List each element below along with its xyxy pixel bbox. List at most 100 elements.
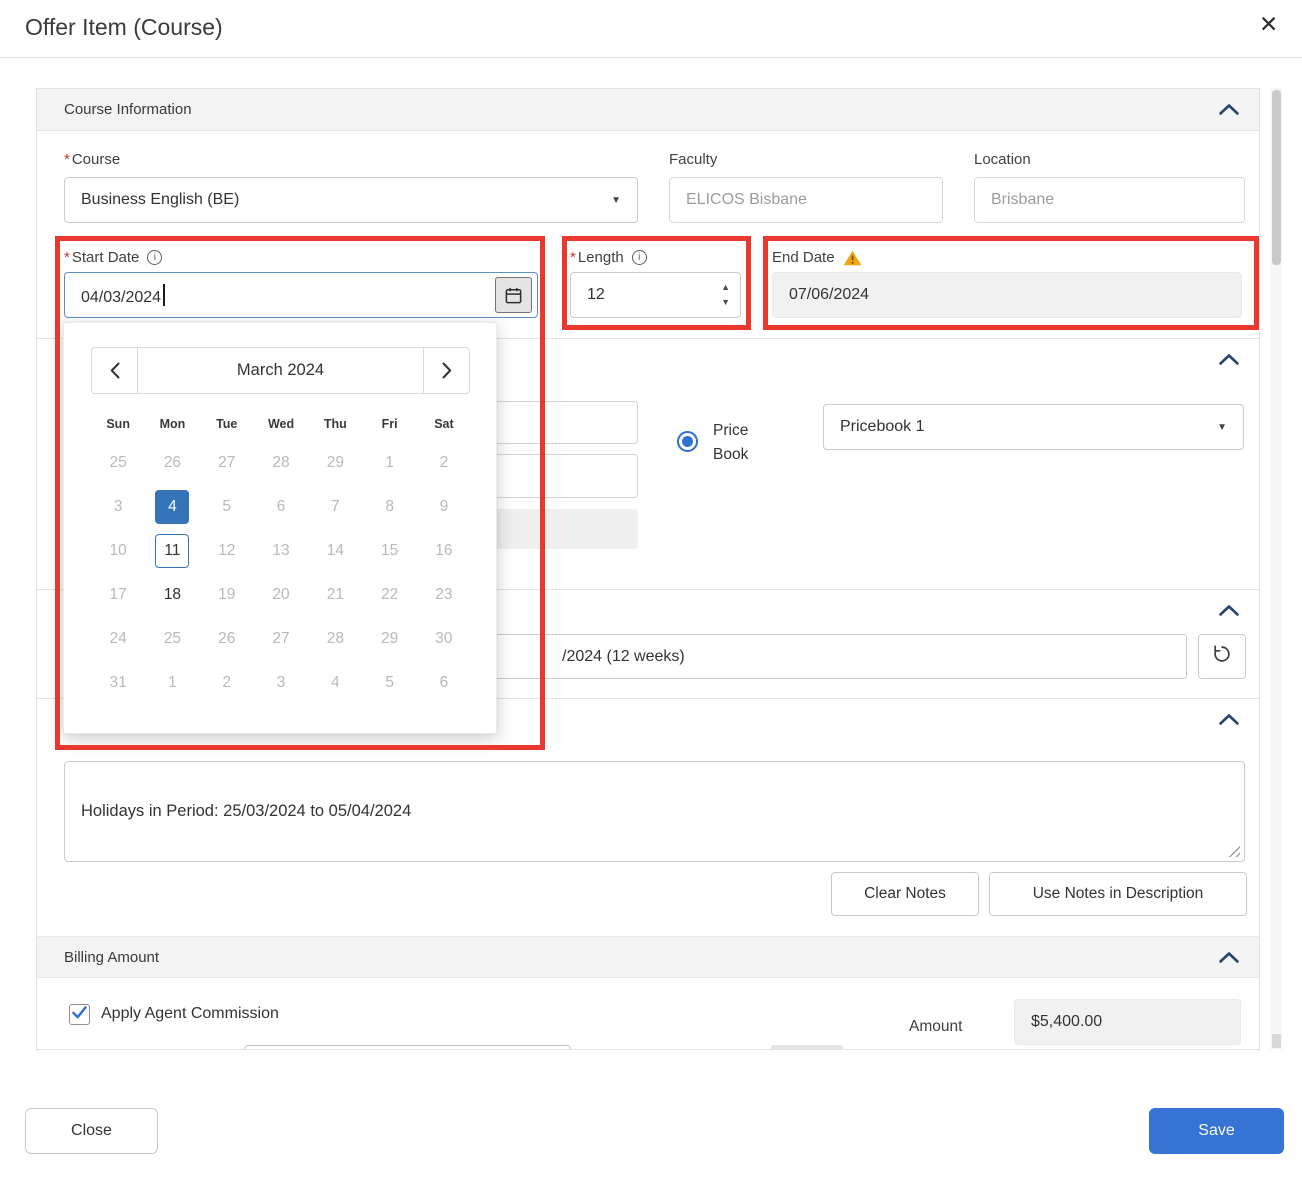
calendar-weekday: Fri bbox=[362, 411, 416, 437]
previous-month-button[interactable] bbox=[91, 347, 138, 394]
calendar-day: 1 bbox=[362, 441, 416, 485]
calendar-day: 31 bbox=[91, 661, 145, 705]
calendar-day-number: 4 bbox=[155, 490, 189, 524]
header-divider bbox=[0, 57, 1302, 58]
calendar-day-number: 30 bbox=[427, 622, 461, 656]
pricebook-dropdown-value: Pricebook 1 bbox=[840, 418, 925, 436]
required-marker: * bbox=[64, 151, 70, 168]
stepper-down-icon[interactable]: ▼ bbox=[721, 298, 730, 307]
faculty-label: Faculty bbox=[669, 151, 717, 168]
calendar-day: 8 bbox=[362, 485, 416, 529]
calendar-day: 6 bbox=[417, 661, 471, 705]
calendar-day: 10 bbox=[91, 529, 145, 573]
collapse-chevron-icon[interactable] bbox=[1215, 709, 1243, 731]
scrollbar[interactable] bbox=[1270, 88, 1282, 1050]
calendar-day: 24 bbox=[91, 617, 145, 661]
calendar-day[interactable]: 11 bbox=[145, 529, 199, 573]
start-date-value: 04/03/2024 bbox=[81, 284, 165, 307]
calendar-day: 13 bbox=[254, 529, 308, 573]
calendar-day: 23 bbox=[417, 573, 471, 617]
calendar-day-number: 2 bbox=[427, 446, 461, 480]
use-notes-in-description-button[interactable]: Use Notes in Description bbox=[989, 872, 1247, 916]
calendar-day: 22 bbox=[362, 573, 416, 617]
calendar-day: 29 bbox=[308, 441, 362, 485]
length-label: * Length i bbox=[570, 249, 647, 266]
calendar-day: 19 bbox=[200, 573, 254, 617]
info-icon: i bbox=[632, 250, 647, 265]
calendar-day: 28 bbox=[254, 441, 308, 485]
amount-value: $5,400.00 bbox=[1031, 1013, 1102, 1031]
collapse-chevron-icon[interactable] bbox=[1215, 600, 1243, 622]
scrollbar-thumb[interactable] bbox=[1272, 90, 1281, 265]
calendar-day-number: 29 bbox=[373, 622, 407, 656]
collapse-chevron-icon[interactable] bbox=[1215, 99, 1243, 121]
start-date-input[interactable]: 04/03/2024 bbox=[64, 272, 538, 318]
calendar-day-number: 1 bbox=[373, 446, 407, 480]
notes-textarea[interactable]: Holidays in Period: 25/03/2024 to 05/04/… bbox=[64, 761, 1245, 862]
clear-notes-button[interactable]: Clear Notes bbox=[831, 872, 979, 916]
stepper-up-icon[interactable]: ▲ bbox=[721, 283, 730, 292]
calendar-day: 5 bbox=[200, 485, 254, 529]
calendar-day: 3 bbox=[91, 485, 145, 529]
resize-grip[interactable] bbox=[1228, 845, 1240, 857]
calendar-day-number: 15 bbox=[373, 534, 407, 568]
calendar-day-number: 6 bbox=[264, 490, 298, 524]
pricebook-dropdown[interactable]: Pricebook 1 ▼ bbox=[823, 404, 1244, 450]
calendar-day: 9 bbox=[417, 485, 471, 529]
calendar-day-number: 20 bbox=[264, 578, 298, 612]
faculty-label-text: Faculty bbox=[669, 151, 717, 168]
close-button[interactable]: Close bbox=[25, 1108, 158, 1154]
calendar-day-number: 11 bbox=[155, 534, 189, 568]
end-date-value: 07/06/2024 bbox=[789, 286, 869, 304]
calendar-day-number: 8 bbox=[373, 490, 407, 524]
caret-down-icon: ▼ bbox=[611, 195, 621, 206]
location-field: Brisbane bbox=[974, 177, 1245, 223]
save-button[interactable]: Save bbox=[1149, 1108, 1284, 1154]
calendar-day: 28 bbox=[308, 617, 362, 661]
calendar-day: 21 bbox=[308, 573, 362, 617]
calendar-day: 26 bbox=[145, 441, 199, 485]
calendar-weekday-row: SunMonTueWedThuFriSat bbox=[91, 411, 472, 437]
calendar-day-number: 25 bbox=[155, 622, 189, 656]
calendar-day: 26 bbox=[200, 617, 254, 661]
notes-text: Holidays in Period: 25/03/2024 to 05/04/… bbox=[81, 802, 411, 821]
calendar-day: 2 bbox=[200, 661, 254, 705]
calendar-day-number: 16 bbox=[427, 534, 461, 568]
date-picker-popup: March 2024 SunMonTueWedThuFriSat 2526272… bbox=[63, 322, 497, 734]
calendar-day[interactable]: 18 bbox=[145, 573, 199, 617]
page-title: Offer Item (Course) bbox=[25, 14, 223, 41]
next-month-button[interactable] bbox=[423, 347, 470, 394]
calendar-day-number: 25 bbox=[101, 446, 135, 480]
calendar-day: 25 bbox=[145, 617, 199, 661]
calendar-weekday: Sat bbox=[417, 411, 471, 437]
calendar-day[interactable]: 4 bbox=[145, 485, 199, 529]
collapse-chevron-icon[interactable] bbox=[1215, 946, 1243, 968]
calendar-day-number: 10 bbox=[101, 534, 135, 568]
close-icon[interactable]: ✕ bbox=[1259, 11, 1278, 38]
price-book-radio[interactable] bbox=[677, 431, 698, 452]
length-label-text: Length bbox=[578, 249, 624, 266]
course-label-text: Course bbox=[72, 151, 120, 168]
section-header-course-information: Course Information bbox=[37, 89, 1259, 131]
calendar-weekday: Sun bbox=[91, 411, 145, 437]
calendar-icon[interactable] bbox=[495, 277, 532, 313]
reset-description-button[interactable] bbox=[1198, 634, 1246, 679]
calendar-day-number: 3 bbox=[264, 666, 298, 700]
warning-icon bbox=[843, 250, 862, 266]
calendar-day-number: 26 bbox=[210, 622, 244, 656]
offer-item-course-dialog: Offer Item (Course) ✕ Course Information… bbox=[0, 0, 1302, 1177]
calendar-day-number: 5 bbox=[373, 666, 407, 700]
calendar-day-number: 6 bbox=[427, 666, 461, 700]
calendar-month-title[interactable]: March 2024 bbox=[137, 347, 424, 394]
collapse-chevron-icon[interactable] bbox=[1215, 349, 1243, 371]
calendar-day: 6 bbox=[254, 485, 308, 529]
length-stepper[interactable]: 12 ▲ ▼ bbox=[570, 272, 741, 318]
apply-agent-commission-checkbox[interactable] bbox=[69, 1004, 90, 1025]
calendar-day-grid: 2526272829123456789101112131415161718192… bbox=[91, 441, 472, 705]
calendar-weekday: Mon bbox=[145, 411, 199, 437]
calendar-day: 5 bbox=[362, 661, 416, 705]
location-value: Brisbane bbox=[991, 191, 1054, 209]
course-dropdown[interactable]: Business English (BE) ▼ bbox=[64, 177, 638, 223]
calendar-day-number: 4 bbox=[318, 666, 352, 700]
calendar-day-number: 24 bbox=[101, 622, 135, 656]
